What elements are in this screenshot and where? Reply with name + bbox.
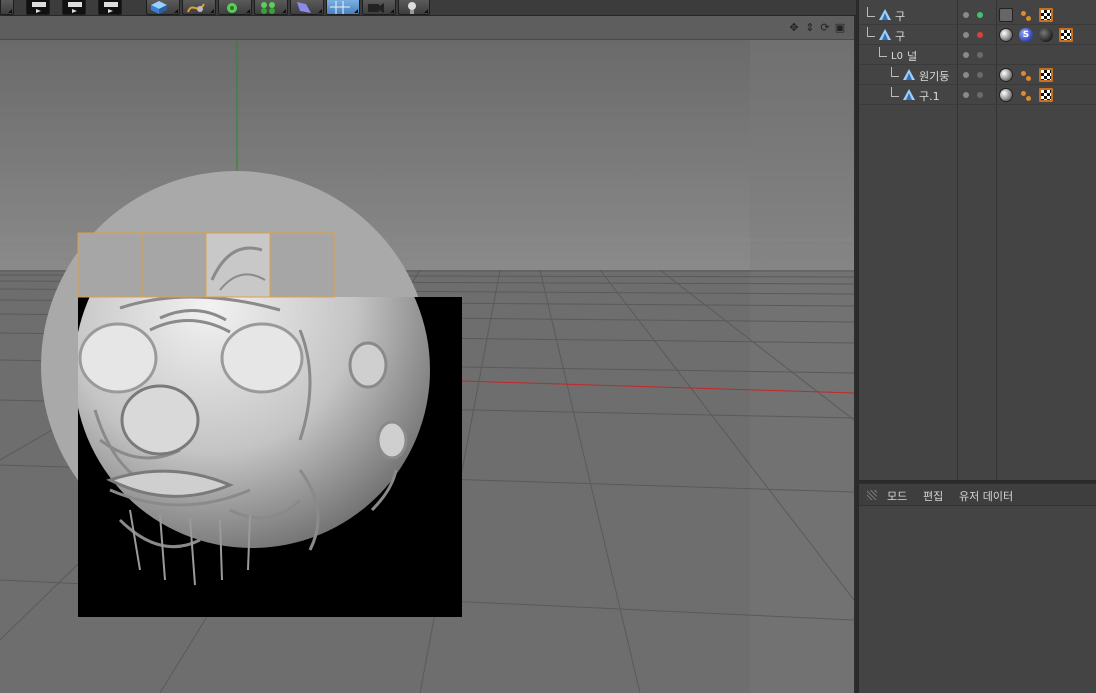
safe-frame-shade xyxy=(750,40,854,693)
main-toolbar xyxy=(0,0,856,16)
rotate-icon[interactable]: ⟳ xyxy=(819,22,831,34)
object-row[interactable]: 구 xyxy=(859,5,1096,25)
object-row[interactable]: 구.1 xyxy=(859,85,1096,105)
editor-visibility-dot[interactable] xyxy=(963,72,969,78)
tree-connector xyxy=(879,47,887,57)
add-deformer-button[interactable] xyxy=(290,0,324,15)
move-icon[interactable]: ✥ xyxy=(788,22,800,34)
spline-pen-icon xyxy=(187,3,205,13)
check-tag-icon[interactable] xyxy=(1039,88,1053,102)
panel-grip-icon[interactable] xyxy=(867,490,877,500)
polygon-object-icon xyxy=(879,9,891,21)
object-name[interactable]: 구 xyxy=(895,28,905,44)
render-visibility-dot[interactable] xyxy=(977,92,983,98)
zoom-icon[interactable]: ⇕ xyxy=(804,22,816,34)
check-tag-icon[interactable] xyxy=(1059,28,1073,42)
film-play-icon xyxy=(66,1,84,14)
object-row[interactable]: 원기둥 xyxy=(859,65,1096,85)
check-tag-icon[interactable] xyxy=(1039,68,1053,82)
menu-edit[interactable]: 편집 xyxy=(923,488,943,504)
menu-user-data[interactable]: 유저 데이터 xyxy=(959,488,1013,504)
add-camera-button[interactable] xyxy=(362,0,396,15)
editor-visibility-dot[interactable] xyxy=(963,92,969,98)
menu-mode[interactable]: 모드 xyxy=(887,488,907,504)
polygon-object-icon xyxy=(879,29,891,41)
render-visibility-dot[interactable] xyxy=(977,32,983,38)
sphere-tag-icon[interactable] xyxy=(999,28,1013,42)
phong-tag-icon[interactable] xyxy=(1019,8,1033,22)
floor-grid-icon xyxy=(330,1,350,14)
render-view-button[interactable] xyxy=(26,0,50,15)
render-visibility-dot[interactable] xyxy=(977,72,983,78)
render-visibility-dot[interactable] xyxy=(977,12,983,18)
toolbar-left-button[interactable] xyxy=(0,0,14,15)
editor-visibility-dot[interactable] xyxy=(963,52,969,58)
add-nurbs-button[interactable] xyxy=(218,0,252,15)
viewport-header: ✥ ⇕ ⟳ ▣ xyxy=(0,16,854,40)
object-name[interactable]: 원기둥 xyxy=(919,68,949,84)
camera-icon xyxy=(368,3,384,13)
object-manager-panel: 구 구 S L0 널 원기둥 구.1 xyxy=(858,0,1096,480)
object-row[interactable]: L0 널 xyxy=(859,45,1096,65)
sphere-tag-icon[interactable] xyxy=(999,88,1013,102)
tree-connector xyxy=(891,87,899,97)
object-name[interactable]: 널 xyxy=(907,48,917,64)
perspective-viewport[interactable]: ✥ ⇕ ⟳ ▣ xyxy=(0,16,856,693)
editor-visibility-dot[interactable] xyxy=(963,32,969,38)
null-object-icon: L0 xyxy=(891,49,903,62)
film-play-icon xyxy=(102,1,120,14)
object-name[interactable]: 구 xyxy=(895,8,905,24)
tree-connector xyxy=(867,27,875,37)
render-buckets xyxy=(77,232,335,298)
tree-connector xyxy=(867,7,875,17)
render-visibility-dot[interactable] xyxy=(977,52,983,58)
svg-text:L0: L0 xyxy=(891,51,903,61)
editor-visibility-dot[interactable] xyxy=(963,12,969,18)
array-icon xyxy=(261,2,275,14)
tree-connector xyxy=(891,67,899,77)
object-row[interactable]: 구S xyxy=(859,25,1096,45)
add-cube-button[interactable] xyxy=(146,0,180,15)
dark-tag-icon[interactable] xyxy=(1039,28,1053,42)
render-picture-viewer-button[interactable] xyxy=(62,0,86,15)
phong-tag-icon[interactable] xyxy=(1019,68,1033,82)
attribute-manager-panel: 모드 편집 유저 데이터 xyxy=(858,482,1096,693)
x-tag-icon[interactable] xyxy=(999,8,1013,22)
add-spline-button[interactable] xyxy=(182,0,216,15)
light-bulb-icon xyxy=(408,2,416,14)
attribute-manager-menubar: 모드 편집 유저 데이터 xyxy=(859,484,1096,506)
render-settings-button[interactable] xyxy=(98,0,122,15)
phong-tag-icon[interactable] xyxy=(1019,88,1033,102)
cinema4d-window: ✥ ⇕ ⟳ ▣ 구 구 S L0 널 원기둥 구.1 모드 편집 유저 데이터 xyxy=(0,0,1096,693)
check-tag-icon[interactable] xyxy=(1039,8,1053,22)
add-array-button[interactable] xyxy=(254,0,288,15)
add-floor-button[interactable] xyxy=(326,0,360,15)
film-play-icon xyxy=(30,1,48,14)
add-light-button[interactable] xyxy=(398,0,430,15)
deformer-icon xyxy=(297,2,311,13)
cube-icon xyxy=(151,1,167,14)
nurbs-icon xyxy=(227,3,237,13)
polygon-object-icon xyxy=(903,89,915,101)
polygon-object-icon xyxy=(903,69,915,81)
object-name[interactable]: 구.1 xyxy=(919,88,940,104)
sphere-tag-icon[interactable] xyxy=(999,68,1013,82)
layout-icon[interactable]: ▣ xyxy=(834,22,846,34)
viewport-scene[interactable] xyxy=(0,40,854,693)
s-tag-icon[interactable]: S xyxy=(1019,28,1033,42)
